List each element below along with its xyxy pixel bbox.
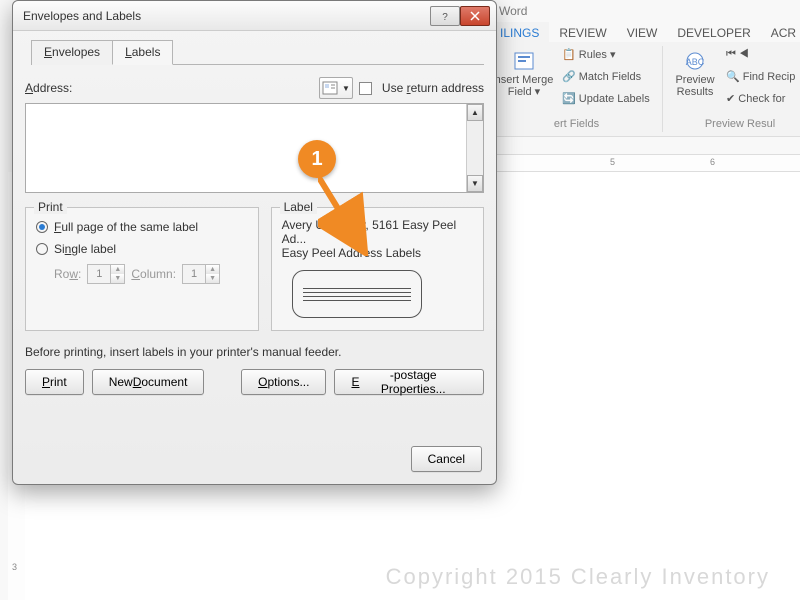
row-spinner: ▲▼ [87, 264, 125, 284]
svg-text:ABC: ABC [686, 57, 705, 67]
address-book-icon [322, 81, 340, 95]
watermark: Copyright 2015 Clearly Inventory [386, 564, 770, 590]
preview-icon: ABC [683, 50, 707, 72]
help-icon: ? [440, 11, 450, 21]
use-return-address-label: Use return address [382, 81, 484, 95]
cancel-button[interactable]: Cancel [411, 446, 482, 472]
label-groupbox[interactable]: Label Avery US Letter, 5161 Easy Peel Ad… [271, 207, 484, 331]
column-spinner: ▲▼ [182, 264, 220, 284]
printer-hint: Before printing, insert labels in your p… [25, 345, 484, 359]
label-vendor-line: Avery US Letter, 5161 Easy Peel Ad... [282, 218, 473, 246]
horizontal-ruler: 5 6 [490, 154, 800, 172]
nav-prev-icon[interactable]: ◀ [739, 48, 749, 60]
tab-mailings[interactable]: ILINGS [490, 22, 549, 44]
update-icon: 🔄 [562, 93, 576, 105]
ribbon-match-fields-button[interactable]: 🔗 Match Fields [562, 70, 641, 83]
address-textarea[interactable] [26, 104, 465, 192]
ribbon-tabstrip: ILINGS REVIEW VIEW DEVELOPER ACR [490, 22, 800, 44]
scroll-up-icon[interactable]: ▲ [467, 104, 483, 121]
radio-full-page[interactable]: Full page of the same label [36, 220, 248, 234]
ribbon-group-label-preview: Preview Resul [670, 118, 800, 130]
find-icon: 🔍 [726, 71, 740, 83]
spinner-up-icon: ▲ [206, 265, 219, 274]
spinner-down-icon: ▼ [111, 274, 124, 283]
label-product-line: Easy Peel Address Labels [282, 246, 473, 260]
epostage-button[interactable]: E-postage Properties... [334, 369, 484, 395]
close-icon [470, 11, 480, 21]
options-button[interactable]: Options... [241, 369, 326, 395]
spinner-up-icon: ▲ [111, 265, 124, 274]
merge-field-icon [513, 50, 535, 72]
nav-first-icon[interactable]: ⏮ [726, 48, 736, 60]
ribbon-rules-button[interactable]: 📋 Rules ▾ [562, 48, 615, 61]
radio-single-label[interactable]: Single label [36, 242, 248, 256]
address-label: Address: [25, 81, 72, 95]
ribbon-group-label-fields: ert Fields [494, 118, 659, 130]
scroll-down-icon[interactable]: ▼ [467, 175, 483, 192]
close-button[interactable] [460, 6, 490, 26]
tab-view[interactable]: VIEW [617, 22, 668, 44]
spinner-down-icon: ▼ [206, 274, 219, 283]
svg-text:?: ? [442, 12, 448, 21]
match-icon: 🔗 [562, 71, 576, 83]
tab-acrobat[interactable]: ACR [761, 22, 800, 44]
print-button[interactable]: Print [25, 369, 84, 395]
ribbon-insert-merge-field[interactable]: nsert MergeField ▾ [494, 50, 554, 98]
help-button[interactable]: ? [430, 6, 460, 26]
row-input [88, 265, 110, 283]
tab-envelopes[interactable]: Envelopes [31, 40, 113, 65]
ribbon-nav-buttons[interactable]: ⏮ ◀ [726, 48, 749, 61]
use-return-address-checkbox[interactable] [359, 82, 372, 95]
ribbon-update-labels-button[interactable]: 🔄 Update Labels [562, 92, 650, 105]
print-legend: Print [34, 200, 67, 214]
ribbon-check-errors[interactable]: ✔ Check for [726, 92, 785, 105]
dialog-tabs: Envelopes Labels [31, 39, 484, 65]
column-input [183, 265, 205, 283]
ribbon-preview-results[interactable]: ABC PreviewResults [670, 50, 720, 98]
tab-review[interactable]: REVIEW [549, 22, 616, 44]
row-label: Row: [54, 267, 81, 281]
radio-dot-icon [36, 243, 48, 255]
dialog-title: Envelopes and Labels [23, 9, 141, 23]
ribbon-find-recipient[interactable]: 🔍 Find Recip [726, 70, 795, 83]
address-scrollbar[interactable]: ▲ ▼ [466, 104, 483, 192]
dropdown-arrow-icon: ▼ [342, 84, 350, 93]
rules-icon: 📋 [562, 49, 576, 61]
print-groupbox: Print Full page of the same label Single… [25, 207, 259, 331]
check-icon: ✔ [726, 93, 735, 105]
address-book-button[interactable]: ▼ [319, 77, 353, 99]
tab-labels[interactable]: Labels [112, 40, 173, 65]
label-legend: Label [280, 200, 317, 214]
column-label: Column: [131, 267, 176, 281]
new-document-button[interactable]: New Document [92, 369, 205, 395]
tab-developer[interactable]: DEVELOPER [667, 22, 760, 44]
ribbon-body: nsert MergeField ▾ 📋 Rules ▾ 🔗 Match Fie… [490, 42, 800, 137]
ribbon-separator [662, 46, 663, 132]
envelopes-labels-dialog: Envelopes and Labels ? Envelopes Labels … [12, 0, 497, 485]
dialog-titlebar[interactable]: Envelopes and Labels ? [13, 1, 496, 31]
address-textarea-container: ▲ ▼ [25, 103, 484, 193]
radio-dot-icon [36, 221, 48, 233]
label-preview [292, 270, 422, 318]
